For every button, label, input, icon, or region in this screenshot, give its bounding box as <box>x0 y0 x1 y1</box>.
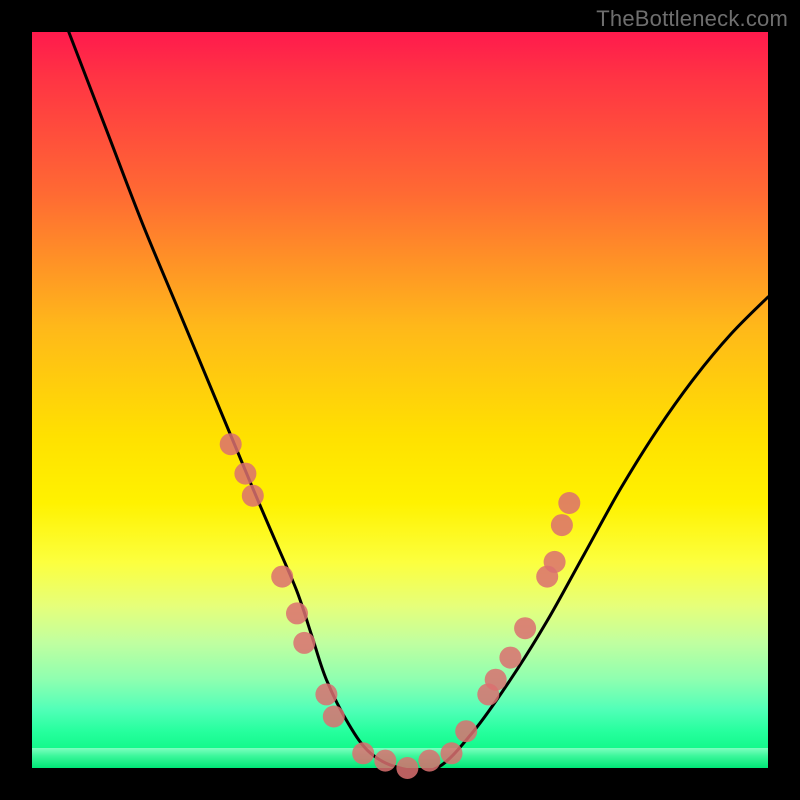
data-point <box>242 485 264 507</box>
bottleneck-curve <box>69 32 768 771</box>
data-point <box>352 742 374 764</box>
data-point <box>441 742 463 764</box>
data-point <box>220 433 242 455</box>
data-point <box>455 720 477 742</box>
data-point <box>323 706 345 728</box>
data-point <box>551 514 573 536</box>
data-point <box>271 566 293 588</box>
data-point <box>544 551 566 573</box>
chart-frame: TheBottleneck.com <box>0 0 800 800</box>
data-point <box>514 617 536 639</box>
data-point <box>558 492 580 514</box>
data-point <box>485 669 507 691</box>
data-point <box>315 683 337 705</box>
data-points <box>220 433 581 779</box>
data-point <box>286 602 308 624</box>
data-point <box>418 750 440 772</box>
data-point <box>396 757 418 779</box>
data-point <box>293 632 315 654</box>
data-point <box>499 647 521 669</box>
data-point <box>374 750 396 772</box>
watermark-text: TheBottleneck.com <box>596 6 788 32</box>
plot-area <box>32 32 768 768</box>
curve-layer <box>32 32 768 768</box>
data-point <box>234 463 256 485</box>
